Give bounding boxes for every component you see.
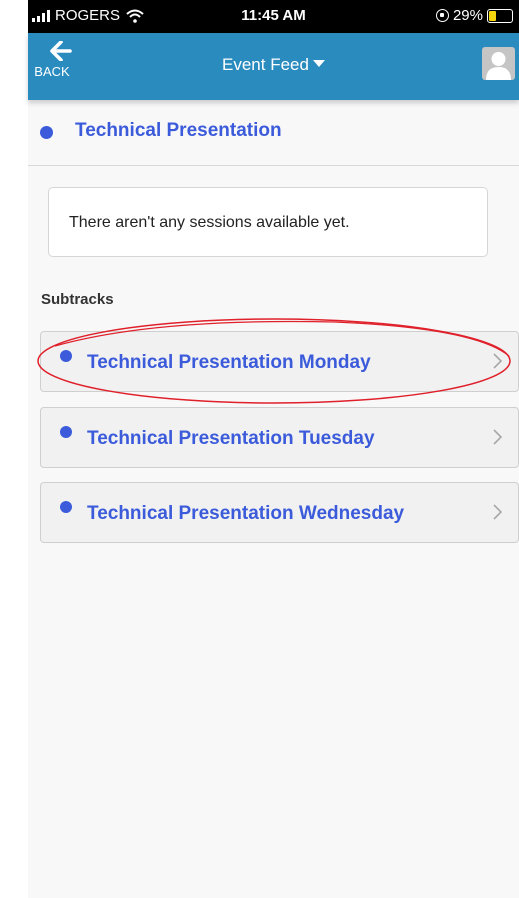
- subtrack-item-wednesday[interactable]: Technical Presentation Wednesday: [40, 482, 519, 543]
- subtrack-label: Technical Presentation Monday: [87, 352, 371, 373]
- header-title: Event Feed: [222, 55, 309, 74]
- track-header: Technical Presentation: [28, 100, 519, 166]
- subtracks-heading: Subtracks: [41, 291, 114, 308]
- chevron-right-icon: [493, 353, 502, 369]
- avatar[interactable]: [482, 47, 515, 80]
- empty-message: There aren't any sessions available yet.: [69, 214, 350, 231]
- subtrack-label: Technical Presentation Wednesday: [87, 503, 405, 524]
- subtrack-dot-icon: [60, 426, 72, 438]
- empty-sessions-card: There aren't any sessions available yet.: [48, 187, 488, 257]
- subtrack-label: Technical Presentation Tuesday: [87, 428, 375, 449]
- battery-icon: [487, 8, 513, 23]
- app-screen: ROGERS 11:45 AM 29% BACK Event Feed Tech…: [28, 0, 519, 898]
- caret-down-icon: [312, 60, 325, 67]
- subtrack-dot-icon: [60, 350, 72, 362]
- event-feed-dropdown[interactable]: Event Feed: [28, 55, 519, 75]
- app-header: BACK Event Feed: [28, 33, 519, 100]
- track-title: Technical Presentation: [75, 120, 282, 141]
- chevron-right-icon: [493, 429, 502, 445]
- battery-percent: 29%: [452, 7, 483, 24]
- chevron-right-icon: [493, 504, 502, 520]
- status-right: 29%: [435, 7, 513, 24]
- user-icon: [486, 52, 511, 80]
- subtrack-dot-icon: [60, 501, 72, 513]
- status-bar: ROGERS 11:45 AM 29%: [28, 0, 519, 33]
- rotation-lock-icon: [435, 9, 449, 22]
- subtrack-item-tuesday[interactable]: Technical Presentation Tuesday: [40, 407, 519, 468]
- subtrack-item-monday[interactable]: Technical Presentation Monday: [40, 331, 519, 392]
- track-dot-icon: [40, 126, 53, 139]
